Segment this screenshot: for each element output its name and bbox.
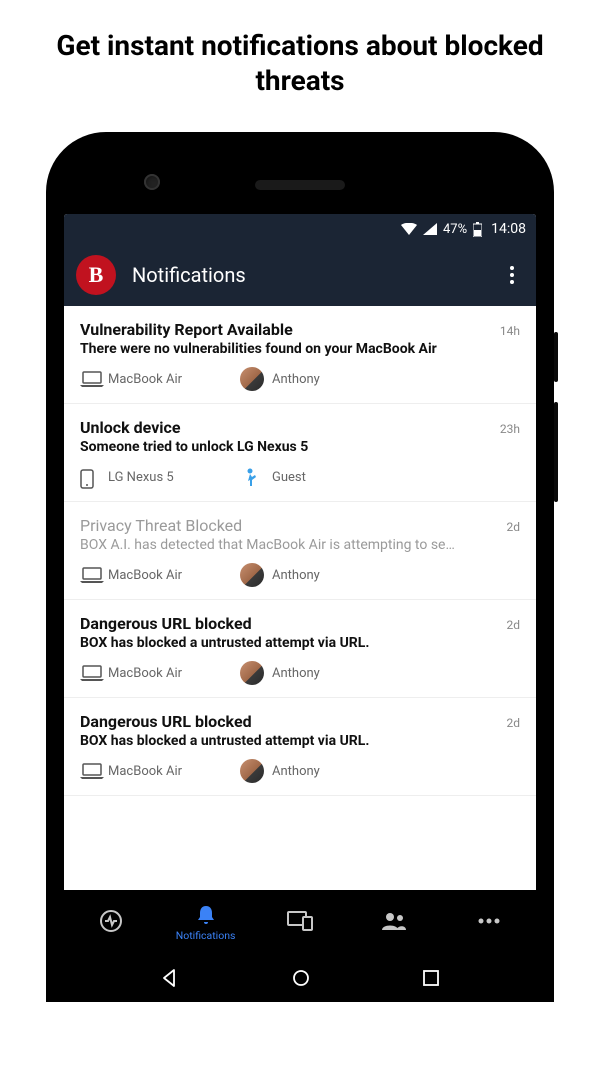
phone-camera — [144, 174, 160, 190]
notification-list[interactable]: Vulnerability Report Available 14h There w… — [64, 306, 536, 890]
laptop-icon — [80, 763, 100, 779]
phone-side-button — [554, 402, 558, 502]
users-icon — [381, 912, 407, 930]
user-avatar — [240, 563, 264, 587]
notification-item[interactable]: Privacy Threat Blocked 2d BOX A.I. has det… — [64, 502, 536, 600]
notification-title: Privacy Threat Blocked — [80, 516, 242, 535]
laptop-icon — [80, 665, 100, 681]
phone-bezel-top — [64, 150, 536, 214]
notification-time: 2d — [506, 520, 520, 534]
kebab-icon — [510, 266, 514, 284]
user-avatar — [240, 367, 264, 391]
phone-screen: 47% 14:08 B Notifications Vulnerability … — [64, 214, 536, 1002]
device-name: LG Nexus 5 — [108, 470, 174, 485]
status-bar: 47% 14:08 — [64, 214, 536, 244]
user-avatar — [240, 759, 264, 783]
clock: 14:08 — [491, 221, 526, 237]
notification-title: Unlock device — [80, 418, 181, 437]
wifi-icon — [401, 223, 417, 235]
laptop-icon — [80, 371, 100, 387]
phone-speaker — [255, 180, 345, 190]
tab-notifications[interactable]: Notifications — [158, 903, 252, 942]
app-logo[interactable]: B — [76, 255, 116, 295]
notification-title: Dangerous URL blocked — [80, 712, 252, 731]
tab-label: Notifications — [176, 929, 236, 942]
tab-activity[interactable] — [64, 909, 158, 935]
notification-body: BOX has blocked a untrusted attempt via … — [80, 635, 520, 651]
notification-time: 14h — [500, 324, 520, 338]
marketing-headline: Get instant notifications about blocked … — [0, 0, 600, 108]
tab-more[interactable] — [442, 918, 536, 926]
notification-time: 23h — [500, 422, 520, 436]
device-name: MacBook Air — [108, 568, 182, 583]
notification-meta: MacBook Air Anthony — [80, 563, 520, 587]
user-name: Anthony — [272, 764, 320, 779]
android-back-button[interactable] — [160, 968, 180, 988]
battery-icon — [473, 222, 482, 237]
tab-users[interactable] — [347, 912, 441, 932]
user-name: Anthony — [272, 372, 320, 387]
phone-frame: 47% 14:08 B Notifications Vulnerability … — [46, 132, 554, 1002]
tab-devices[interactable] — [253, 911, 347, 933]
bottom-tab-bar: Notifications — [64, 890, 536, 954]
battery-percentage: 47% — [443, 222, 467, 237]
notification-title: Dangerous URL blocked — [80, 614, 252, 633]
notification-body: Someone tried to unlock LG Nexus 5 — [80, 439, 520, 455]
notification-meta: MacBook Air Anthony — [80, 661, 520, 685]
laptop-icon — [80, 567, 100, 583]
notification-body: BOX has blocked a untrusted attempt via … — [80, 733, 520, 749]
notification-item[interactable]: Dangerous URL blocked 2d BOX has blocked a… — [64, 698, 536, 796]
device-name: MacBook Air — [108, 764, 182, 779]
phone-side-button — [554, 332, 558, 382]
user-name: Anthony — [272, 666, 320, 681]
android-recents-button[interactable] — [422, 969, 440, 987]
notification-title: Vulnerability Report Available — [80, 320, 293, 339]
notification-meta: LG Nexus 5 Guest — [80, 465, 520, 489]
android-nav-bar — [64, 954, 536, 1002]
page-title: Notifications — [132, 263, 484, 287]
notification-body: There were no vulnerabilities found on y… — [80, 341, 520, 357]
notification-body: BOX A.I. has detected that MacBook Air i… — [80, 537, 520, 553]
notification-item[interactable]: Vulnerability Report Available 14h There w… — [64, 306, 536, 404]
user-name: Guest — [272, 470, 306, 485]
activity-icon — [99, 909, 123, 933]
android-home-button[interactable] — [291, 968, 311, 988]
notification-meta: MacBook Air Anthony — [80, 367, 520, 391]
notification-time: 2d — [506, 716, 520, 730]
notification-time: 2d — [506, 618, 520, 632]
cell-signal-icon — [423, 223, 437, 235]
bell-icon — [194, 903, 218, 927]
app-header: B Notifications — [64, 244, 536, 306]
overflow-menu-button[interactable] — [500, 266, 524, 284]
device-name: MacBook Air — [108, 372, 182, 387]
phone-icon — [80, 469, 100, 485]
more-icon — [478, 918, 500, 924]
notification-meta: MacBook Air Anthony — [80, 759, 520, 783]
user-name: Anthony — [272, 568, 320, 583]
device-name: MacBook Air — [108, 666, 182, 681]
user-avatar — [240, 661, 264, 685]
notification-item[interactable]: Dangerous URL blocked 2d BOX has blocked a… — [64, 600, 536, 698]
devices-icon — [287, 911, 313, 931]
guest-icon — [240, 465, 264, 489]
notification-item[interactable]: Unlock device 23h Someone tried to unlock … — [64, 404, 536, 502]
